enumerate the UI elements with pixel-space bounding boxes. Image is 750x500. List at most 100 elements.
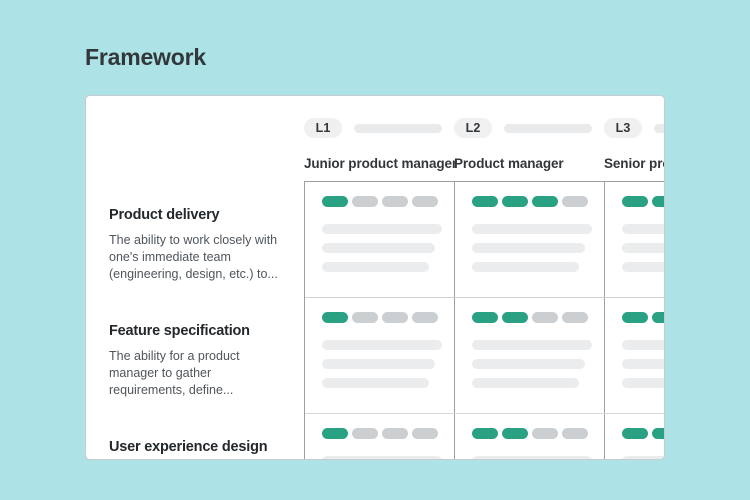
level-top-row: L3 <box>604 118 664 138</box>
level-column-header-l2[interactable]: L2 Product manager <box>454 118 604 178</box>
rating-pill-filled[interactable] <box>652 196 664 207</box>
rating-pill-filled[interactable] <box>652 428 664 439</box>
rating-pills[interactable] <box>472 312 590 323</box>
rating-pills[interactable] <box>322 312 440 323</box>
skeleton-line <box>472 243 585 253</box>
rating-pill-empty[interactable] <box>352 312 378 323</box>
rating-pill-filled[interactable] <box>622 196 648 207</box>
cell-skeleton-lines <box>322 224 442 272</box>
level-skeleton-bar <box>654 123 664 133</box>
rating-pill-empty[interactable] <box>412 196 438 207</box>
level-badge: L3 <box>604 118 642 138</box>
matrix-cell[interactable] <box>605 414 664 459</box>
cell-skeleton-lines <box>622 224 664 272</box>
rating-pill-filled[interactable] <box>472 312 498 323</box>
rating-pills[interactable] <box>322 428 440 439</box>
rating-pill-filled[interactable] <box>502 312 528 323</box>
level-name: Product manager <box>454 156 564 171</box>
card-clip-overlay <box>666 0 750 500</box>
rating-pills[interactable] <box>322 196 440 207</box>
rating-pill-empty[interactable] <box>562 196 588 207</box>
skill-title: Feature specification <box>109 323 250 339</box>
level-skeleton-bar <box>354 123 442 133</box>
rating-pill-empty[interactable] <box>532 428 558 439</box>
skeleton-line <box>622 243 664 253</box>
level-column-header-l1[interactable]: L1 Junior product manager <box>304 118 458 178</box>
skeleton-line <box>622 456 664 459</box>
rating-pill-filled[interactable] <box>472 196 498 207</box>
rating-pill-empty[interactable] <box>382 312 408 323</box>
skill-row-user-experience-design[interactable]: User experience design <box>86 423 304 459</box>
rating-pill-empty[interactable] <box>382 428 408 439</box>
cell-skeleton-lines <box>322 456 442 459</box>
matrix-cell[interactable] <box>455 414 605 459</box>
competency-matrix <box>304 181 664 459</box>
level-badge: L2 <box>454 118 492 138</box>
skeleton-line <box>472 224 592 234</box>
rating-pill-filled[interactable] <box>622 428 648 439</box>
level-badge: L1 <box>304 118 342 138</box>
skeleton-line <box>622 224 664 234</box>
rating-pill-empty[interactable] <box>562 312 588 323</box>
skill-title: Product delivery <box>109 207 220 223</box>
level-name: Junior product manager <box>304 156 458 171</box>
skeleton-line <box>622 340 664 350</box>
skeleton-line <box>622 378 664 388</box>
cell-skeleton-lines <box>472 456 592 459</box>
matrix-cell[interactable] <box>305 182 455 297</box>
skeleton-line <box>472 340 592 350</box>
matrix-cell[interactable] <box>455 298 605 413</box>
skeleton-line <box>322 456 442 459</box>
skeleton-line <box>322 340 442 350</box>
cell-skeleton-lines <box>622 340 664 388</box>
skill-row-feature-specification[interactable]: Feature specification The ability for a … <box>86 307 304 423</box>
rating-pills[interactable] <box>622 428 664 439</box>
rating-pills[interactable] <box>472 428 590 439</box>
rating-pills[interactable] <box>472 196 590 207</box>
level-skeleton-bar <box>504 123 592 133</box>
skeleton-line <box>472 378 579 388</box>
rating-pill-empty[interactable] <box>532 312 558 323</box>
skill-row-product-delivery[interactable]: Product delivery The ability to work clo… <box>86 191 304 307</box>
rating-pill-empty[interactable] <box>412 428 438 439</box>
cell-skeleton-lines <box>622 456 664 459</box>
rating-pill-empty[interactable] <box>352 196 378 207</box>
skeleton-line <box>472 359 585 369</box>
rating-pill-filled[interactable] <box>652 312 664 323</box>
rating-pill-filled[interactable] <box>322 428 348 439</box>
cell-skeleton-lines <box>322 340 442 388</box>
rating-pills[interactable] <box>622 196 664 207</box>
screen: Framework L1 Junior product manager L2 P… <box>0 0 750 500</box>
skill-description: The ability for a product manager to gat… <box>109 349 240 397</box>
rating-pill-filled[interactable] <box>502 428 528 439</box>
level-column-header-l3[interactable]: L3 Senior product manager <box>604 118 664 178</box>
levels-header: L1 Junior product manager L2 Product man… <box>304 118 664 178</box>
rating-pill-empty[interactable] <box>352 428 378 439</box>
rating-pill-filled[interactable] <box>502 196 528 207</box>
matrix-cell[interactable] <box>455 182 605 297</box>
rating-pill-filled[interactable] <box>322 196 348 207</box>
rating-pill-filled[interactable] <box>472 428 498 439</box>
skeleton-line <box>322 262 429 272</box>
matrix-cell[interactable] <box>305 414 455 459</box>
skeleton-line <box>322 378 429 388</box>
skeleton-line <box>322 243 435 253</box>
cell-skeleton-lines <box>472 340 592 388</box>
rating-pill-filled[interactable] <box>322 312 348 323</box>
rating-pill-filled[interactable] <box>622 312 648 323</box>
matrix-row <box>305 414 664 459</box>
level-top-row: L2 <box>454 118 604 138</box>
matrix-cell[interactable] <box>605 182 664 297</box>
rating-pills[interactable] <box>622 312 664 323</box>
rating-pill-empty[interactable] <box>382 196 408 207</box>
framework-card: L1 Junior product manager L2 Product man… <box>85 95 665 460</box>
rating-pill-empty[interactable] <box>562 428 588 439</box>
level-top-row: L1 <box>304 118 454 138</box>
rating-pill-empty[interactable] <box>412 312 438 323</box>
matrix-cell[interactable] <box>605 298 664 413</box>
skeleton-line <box>322 359 435 369</box>
matrix-row <box>305 182 664 298</box>
matrix-cell[interactable] <box>305 298 455 413</box>
skill-description: The ability to work closely with one's i… <box>109 233 278 281</box>
rating-pill-filled[interactable] <box>532 196 558 207</box>
